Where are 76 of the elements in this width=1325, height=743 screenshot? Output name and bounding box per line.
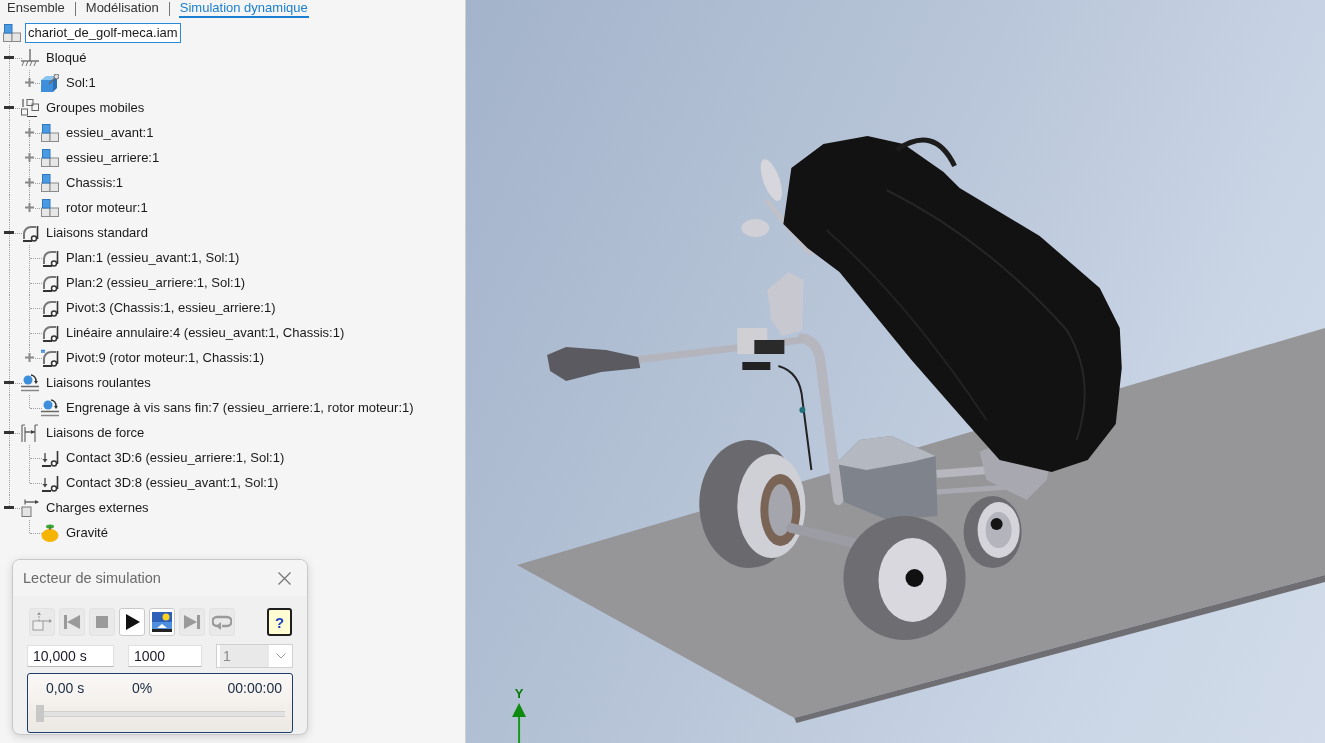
joint-icon	[41, 273, 59, 292]
tree-item[interactable]: essieu_avant:1	[63, 122, 157, 143]
joint-icon	[41, 348, 59, 367]
tree-item[interactable]: Liaisons de force	[43, 422, 148, 443]
axis-label: Y	[514, 686, 524, 701]
part-icon	[41, 198, 59, 217]
rolling-joint-icon	[21, 373, 39, 392]
tree-item[interactable]: Pivot:3 (Chassis:1, essieu_arriere:1)	[63, 297, 279, 318]
tree-item[interactable]: Bloqué	[43, 47, 90, 68]
tree-item[interactable]: essieu_arriere:1	[63, 147, 163, 168]
collapse-toggle[interactable]	[4, 231, 14, 234]
tree-item[interactable]: Liaisons roulantes	[43, 372, 154, 393]
part-icon	[41, 148, 59, 167]
chevron-down-icon	[276, 653, 286, 659]
joint-icon	[41, 298, 59, 317]
expand-toggle[interactable]	[25, 78, 34, 87]
skip-back-icon	[62, 612, 82, 632]
part-icon	[41, 123, 59, 142]
tree-item[interactable]: Charges externes	[43, 497, 152, 518]
record-button[interactable]	[149, 608, 175, 636]
y-axis-arrow-icon	[512, 703, 527, 743]
tree-item[interactable]: Gravité	[63, 522, 111, 543]
contact-icon	[41, 473, 59, 492]
expand-toggle[interactable]	[25, 353, 34, 362]
skip-forward-icon	[182, 612, 202, 632]
tab[interactable]: Modélisation	[84, 0, 160, 18]
close-button[interactable]	[276, 569, 293, 587]
groups-icon	[21, 98, 39, 117]
box-arrows-icon	[32, 612, 52, 632]
joint-icon	[21, 223, 39, 242]
ground-icon	[21, 48, 39, 67]
elapsed-time: 0,00 s	[45, 679, 86, 696]
frame-count-field[interactable]: 1000	[128, 645, 202, 667]
force-joint-icon	[21, 423, 39, 442]
expand-toggle[interactable]	[25, 178, 34, 187]
collapse-toggle[interactable]	[4, 56, 14, 59]
assembly-icon	[3, 23, 21, 42]
part-icon	[41, 173, 59, 192]
tree-item[interactable]: Pivot:9 (rotor moteur:1, Chassis:1)	[63, 347, 267, 368]
progress-percent: 0%	[132, 679, 154, 696]
tree-item[interactable]: Contact 3D:6 (essieu_arriere:1, Sol:1)	[63, 447, 288, 468]
tree-item[interactable]: Plan:1 (essieu_avant:1, Sol:1)	[63, 247, 243, 268]
tree-item[interactable]: rotor moteur:1	[63, 197, 151, 218]
slider-thumb[interactable]	[36, 705, 44, 722]
tree-item[interactable]: Plan:2 (essieu_arriere:1, Sol:1)	[63, 272, 249, 293]
tree-item[interactable]: Linéaire annulaire:4 (essieu_avant:1, Chassis:1)	[63, 322, 348, 343]
expand-toggle[interactable]	[25, 203, 34, 212]
clock-time: 00:00:00	[227, 679, 283, 696]
tree-item[interactable]: chariot_de_golf-meca.iam	[25, 22, 181, 43]
joint-icon	[41, 323, 59, 342]
play-button[interactable]	[119, 608, 145, 636]
apple-icon	[41, 523, 59, 542]
tree-item[interactable]: Sol:1	[63, 72, 99, 93]
expand-toggle[interactable]	[25, 128, 34, 137]
collapse-toggle[interactable]	[4, 431, 14, 434]
tree-item[interactable]: Contact 3D:8 (essieu_avant:1, Sol:1)	[63, 472, 282, 493]
help-button[interactable]: ?	[267, 608, 292, 636]
load-icon	[21, 498, 39, 517]
panel-title: Lecteur de simulation	[23, 570, 161, 586]
tree-item[interactable]: Liaisons standard	[43, 222, 151, 243]
tree-item[interactable]: Chassis:1	[63, 172, 127, 193]
collapse-toggle[interactable]	[4, 506, 14, 509]
pinned-cube-icon	[41, 73, 59, 92]
tab[interactable]: Ensemble	[6, 0, 66, 18]
rolling-joint-icon	[41, 398, 59, 417]
tab[interactable]: Simulation dynamique	[178, 0, 309, 18]
expand-toggle[interactable]	[25, 153, 34, 162]
collapse-toggle[interactable]	[4, 106, 14, 109]
close-icon	[278, 571, 291, 585]
tree-item[interactable]: Engrenage à vis sans fin:7 (essieu_arriere:1, rotor moteur:1)	[63, 397, 417, 418]
picture-icon	[152, 612, 172, 632]
end-time-field[interactable]: 10,000 s	[27, 645, 114, 667]
contact-icon	[41, 448, 59, 467]
tree-item[interactable]: Groupes mobiles	[43, 97, 148, 118]
collapse-toggle[interactable]	[4, 381, 14, 384]
joint-icon	[41, 248, 59, 267]
